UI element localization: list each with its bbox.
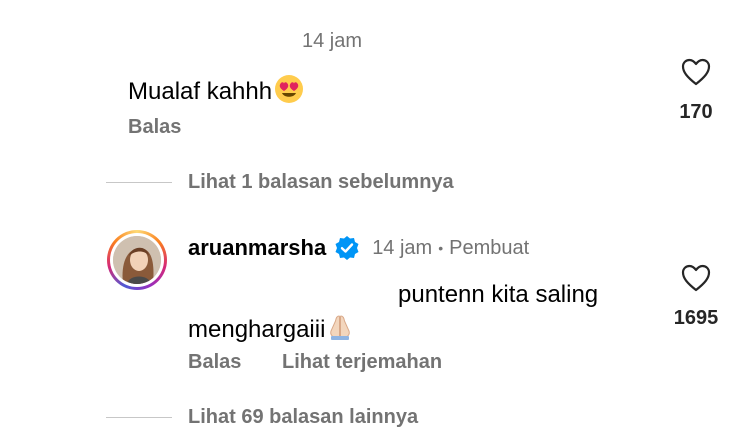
like-button[interactable] [681, 264, 711, 297]
comment-text-body: Mualaf kahhh [128, 77, 273, 105]
like-count: 170 [679, 101, 713, 123]
heart-eyes-emoji-icon [274, 74, 304, 109]
like-button[interactable] [681, 58, 711, 91]
comment-text: Mualaf kahhh [128, 74, 304, 109]
folded-hands-emoji-icon [327, 313, 353, 346]
comment-timestamp: 14 jam [372, 236, 433, 259]
comment-text-line1: puntenn kita saling [398, 281, 599, 308]
comment-text-line2: menghargaiii [188, 313, 353, 346]
comment-header: aruanmarsha 14 jam • Pembuat [188, 235, 529, 261]
username[interactable]: aruanmarsha [188, 235, 326, 261]
thread-line [106, 417, 172, 418]
reply-button[interactable]: Balas [188, 351, 241, 374]
heart-icon [681, 58, 711, 86]
heart-icon [681, 264, 711, 292]
avatar-image [113, 236, 161, 284]
thread-line [106, 182, 172, 183]
view-previous-replies[interactable]: Lihat 1 balasan sebelumnya [188, 171, 454, 194]
view-more-replies[interactable]: Lihat 69 balasan lainnya [188, 406, 418, 429]
reply-button[interactable]: Balas [128, 116, 181, 139]
like-count: 1695 [673, 307, 719, 329]
comment-text-body: menghargaiii [188, 315, 326, 343]
verified-badge-icon [334, 235, 360, 261]
author-badge: Pembuat [449, 236, 530, 259]
see-translation-button[interactable]: Lihat terjemahan [282, 351, 442, 374]
avatar[interactable] [107, 230, 167, 290]
separator-dot: • [438, 240, 444, 256]
comment-timestamp: 14 jam [302, 30, 363, 52]
